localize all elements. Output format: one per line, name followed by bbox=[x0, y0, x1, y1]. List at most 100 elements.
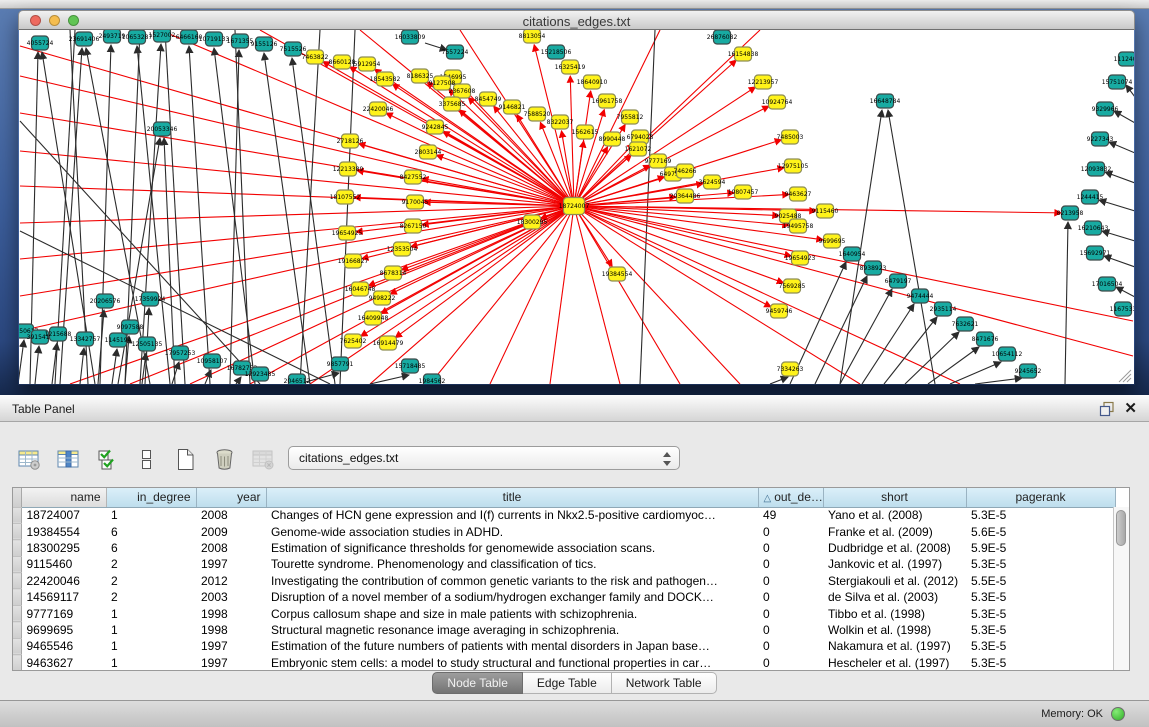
graph-node[interactable] bbox=[957, 317, 974, 331]
table-row[interactable]: 2242004622012Investigating the contribut… bbox=[13, 573, 1115, 589]
graph-node[interactable] bbox=[604, 132, 621, 146]
row-gutter[interactable] bbox=[13, 605, 21, 621]
graph-node[interactable] bbox=[824, 234, 841, 248]
graph-node[interactable] bbox=[252, 367, 269, 381]
tab-network-table[interactable]: Network Table bbox=[612, 672, 717, 694]
graph-node[interactable] bbox=[1109, 75, 1126, 89]
create-column-icon[interactable] bbox=[172, 446, 198, 472]
graph-node[interactable] bbox=[529, 107, 546, 121]
graph-node[interactable] bbox=[427, 120, 444, 134]
graph-node[interactable] bbox=[394, 242, 411, 256]
graph-node[interactable] bbox=[790, 219, 807, 233]
graph-node[interactable] bbox=[50, 327, 67, 341]
graph-node[interactable] bbox=[504, 100, 521, 114]
graph-node[interactable] bbox=[1097, 102, 1114, 116]
show-columns-icon[interactable] bbox=[55, 446, 81, 472]
graph-node[interactable] bbox=[1085, 221, 1102, 235]
graph-node[interactable] bbox=[977, 332, 994, 346]
table-select-dropdown[interactable]: citations_edges.txt bbox=[288, 446, 680, 470]
row-gutter[interactable] bbox=[13, 540, 21, 556]
graph-node[interactable] bbox=[377, 72, 394, 86]
graph-node[interactable] bbox=[420, 145, 437, 159]
table-row[interactable]: 911546021997Tourette syndrome. Phenomeno… bbox=[13, 556, 1115, 572]
graph-node[interactable] bbox=[1099, 277, 1116, 291]
graph-node[interactable] bbox=[32, 330, 49, 344]
graph-node[interactable] bbox=[1087, 246, 1104, 260]
graph-node[interactable] bbox=[122, 320, 139, 334]
graph-node[interactable] bbox=[784, 279, 801, 293]
graph-node[interactable] bbox=[1082, 190, 1099, 204]
row-gutter[interactable] bbox=[13, 589, 21, 605]
graph-node[interactable] bbox=[771, 304, 788, 318]
node-table[interactable]: namein_degreeyeartitle△out_de…shortpager… bbox=[13, 488, 1116, 671]
graph-node[interactable] bbox=[359, 57, 376, 71]
graph-node[interactable] bbox=[142, 292, 159, 306]
table-row[interactable]: 946554611997Estimation of the future num… bbox=[13, 638, 1115, 654]
graph-node[interactable] bbox=[524, 215, 541, 229]
table-row[interactable]: 1456911722003Disruption of a novel membe… bbox=[13, 589, 1115, 605]
table-row[interactable]: 1830029562008Estimation of significance … bbox=[13, 540, 1115, 556]
graph-node[interactable] bbox=[609, 267, 626, 281]
table-row[interactable]: 1872400712008Changes of HCN gene express… bbox=[13, 507, 1115, 523]
graph-node[interactable] bbox=[172, 346, 189, 360]
graph-node[interactable] bbox=[677, 164, 694, 178]
graph-node[interactable] bbox=[380, 336, 397, 350]
row-gutter[interactable] bbox=[13, 523, 21, 539]
table-row[interactable]: 946362711997Embryonic stem cells: a mode… bbox=[13, 655, 1115, 671]
graph-node[interactable] bbox=[339, 226, 356, 240]
graph-node[interactable] bbox=[1115, 302, 1132, 316]
graph-node[interactable] bbox=[424, 374, 441, 384]
graph-node[interactable] bbox=[1092, 132, 1109, 146]
graph-node[interactable] bbox=[32, 36, 49, 50]
table-row[interactable]: 969969511998Structural magnetic resonanc… bbox=[13, 622, 1115, 638]
graph-node[interactable] bbox=[340, 162, 357, 176]
graph-node[interactable] bbox=[769, 95, 786, 109]
graph-node[interactable] bbox=[97, 294, 114, 308]
graph-node[interactable] bbox=[154, 122, 171, 136]
column-header-year[interactable]: year bbox=[196, 488, 266, 507]
close-panel-icon[interactable]: ✕ bbox=[1124, 399, 1137, 417]
table-row[interactable]: 1938455462009Genome-wide association stu… bbox=[13, 523, 1115, 539]
clear-selection-icon[interactable] bbox=[133, 446, 159, 472]
select-all-icon[interactable] bbox=[94, 446, 120, 472]
graph-node[interactable] bbox=[447, 45, 464, 59]
graph-node[interactable] bbox=[548, 45, 565, 59]
graph-node[interactable] bbox=[714, 30, 731, 44]
row-gutter[interactable] bbox=[13, 655, 21, 671]
graph-node[interactable] bbox=[77, 332, 94, 346]
graph-node[interactable] bbox=[181, 30, 198, 44]
column-header-title[interactable]: title bbox=[266, 488, 758, 507]
graph-node[interactable] bbox=[785, 159, 802, 173]
table-scrollbar-thumb[interactable] bbox=[1116, 510, 1126, 546]
graph-node[interactable] bbox=[577, 125, 594, 139]
graph-node[interactable] bbox=[865, 261, 882, 275]
tab-edge-table[interactable]: Edge Table bbox=[523, 672, 612, 694]
graph-node[interactable] bbox=[912, 289, 929, 303]
graph-node[interactable] bbox=[677, 189, 694, 203]
graph-node[interactable] bbox=[1088, 162, 1105, 176]
graph-node[interactable] bbox=[584, 75, 601, 89]
graph-node[interactable] bbox=[334, 55, 351, 69]
graph-node[interactable] bbox=[890, 274, 907, 288]
graph-node[interactable] bbox=[402, 359, 419, 373]
table-row[interactable]: 977716911998Corpus callosum shape and si… bbox=[13, 605, 1115, 621]
graph-node[interactable] bbox=[289, 374, 306, 384]
graph-node[interactable] bbox=[139, 337, 156, 351]
network-canvas[interactable]: 4055724236914062493719106532871527002646… bbox=[19, 30, 1134, 384]
column-header-out_degree[interactable]: △out_de… bbox=[758, 488, 823, 507]
graph-node[interactable] bbox=[345, 334, 362, 348]
graph-node[interactable] bbox=[844, 247, 861, 261]
graph-node[interactable] bbox=[877, 94, 894, 108]
graph-node[interactable] bbox=[817, 204, 834, 218]
graph-node[interactable] bbox=[285, 42, 302, 56]
graph-node[interactable] bbox=[1020, 364, 1037, 378]
graph-node[interactable] bbox=[622, 110, 639, 124]
graph-node[interactable] bbox=[110, 333, 127, 347]
table-scrollbar[interactable] bbox=[1113, 507, 1129, 670]
citation-network-graph[interactable]: 4055724236914062493719106532871527002646… bbox=[19, 30, 1134, 384]
graph-node[interactable] bbox=[365, 311, 382, 325]
graph-node[interactable] bbox=[782, 362, 799, 376]
graph-node[interactable] bbox=[154, 30, 171, 42]
row-gutter[interactable] bbox=[13, 507, 21, 523]
graph-node[interactable] bbox=[206, 32, 223, 46]
